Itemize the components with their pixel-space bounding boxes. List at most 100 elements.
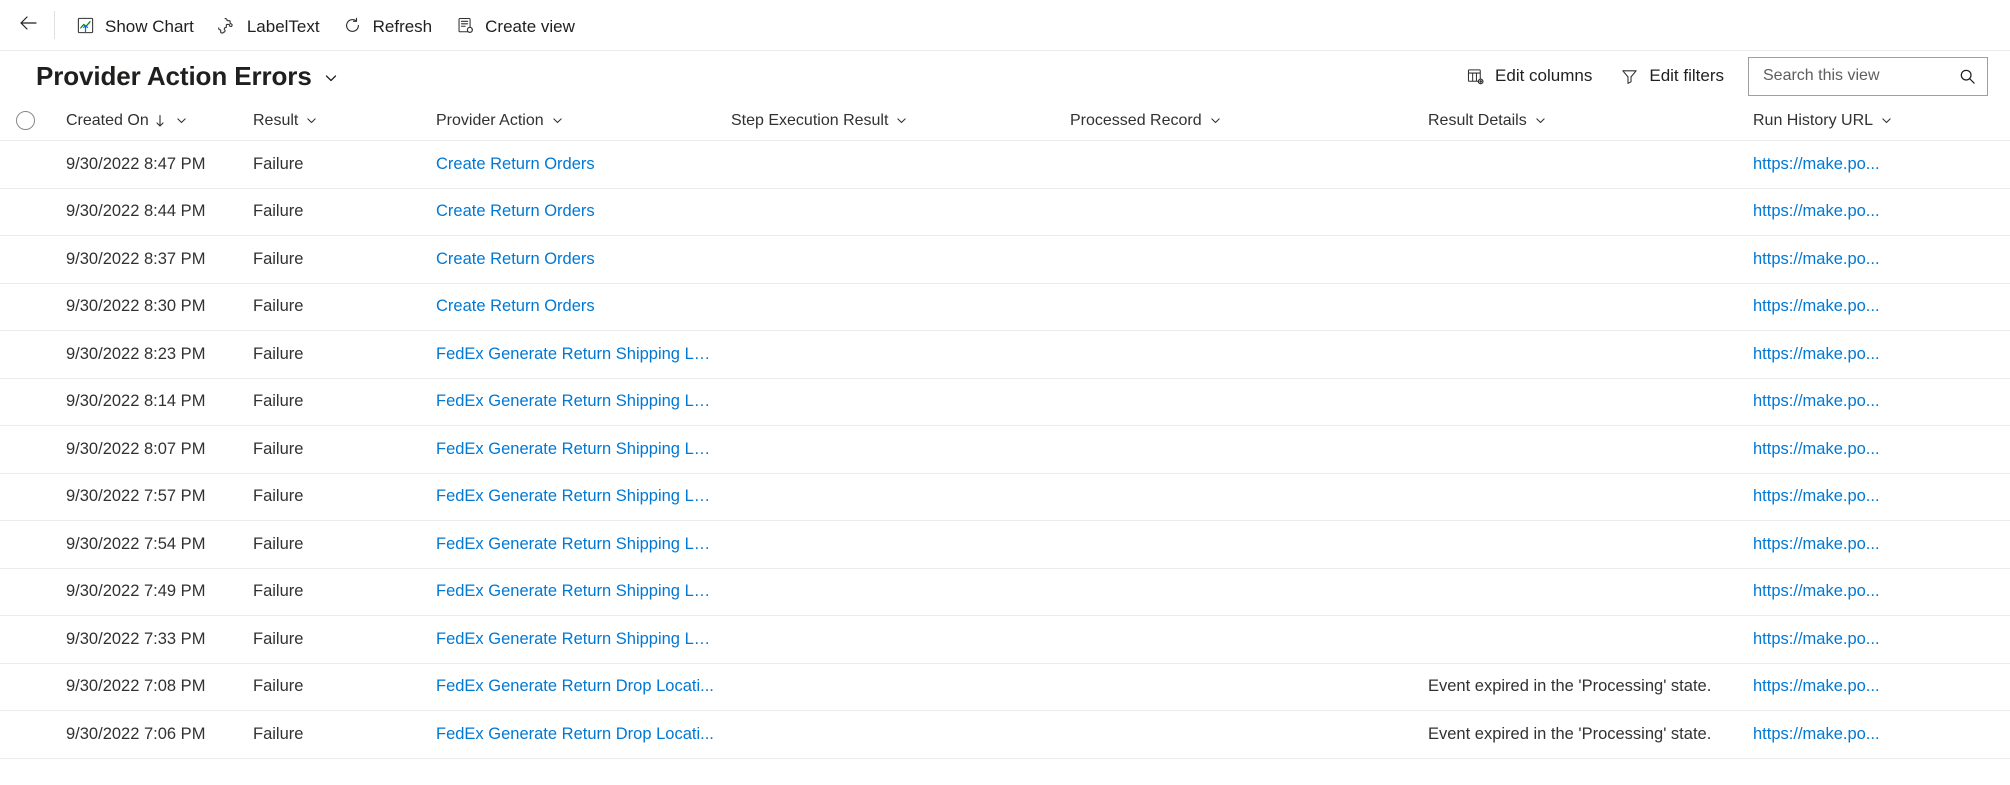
chevron-down-icon[interactable] <box>1209 114 1222 127</box>
cell-provider-action[interactable]: Create Return Orders <box>436 155 731 174</box>
table-row[interactable]: 9/30/2022 7:54 PM Failure FedEx Generate R… <box>0 521 2010 569</box>
command-bar-divider <box>54 11 55 39</box>
row-checkbox[interactable] <box>0 487 66 506</box>
show-chart-button[interactable]: Show Chart <box>63 5 205 45</box>
cell-run-history-url[interactable]: https://make.po... <box>1753 440 2010 459</box>
chevron-down-icon[interactable] <box>551 114 564 127</box>
table-row[interactable]: 9/30/2022 8:47 PM Failure Create Return Or… <box>0 141 2010 189</box>
cell-run-history-url[interactable]: https://make.po... <box>1753 487 2010 506</box>
cell-run-history-url[interactable]: https://make.po... <box>1753 677 2010 696</box>
puzzle-icon <box>216 14 238 36</box>
cell-provider-action[interactable]: FedEx Generate Return Shipping La... <box>436 582 731 601</box>
edit-columns-button[interactable]: Edit columns <box>1454 58 1602 94</box>
cell-run-history-url[interactable]: https://make.po... <box>1753 345 2010 364</box>
cell-provider-action[interactable]: FedEx Generate Return Shipping La... <box>436 440 731 459</box>
row-checkbox[interactable] <box>0 202 66 221</box>
checkbox-icon[interactable] <box>16 250 35 269</box>
cell-result: Failure <box>253 534 304 553</box>
cell-provider-action[interactable]: FedEx Generate Return Shipping La... <box>436 487 731 506</box>
column-header-step-execution-result[interactable]: Step Execution Result <box>731 112 1070 130</box>
column-header-run-history-url[interactable]: Run History URL <box>1753 112 2010 130</box>
chevron-down-icon[interactable] <box>895 114 908 127</box>
cell-run-history-url[interactable]: https://make.po... <box>1753 392 2010 411</box>
cell-result: Failure <box>253 202 304 221</box>
row-checkbox[interactable] <box>0 535 66 554</box>
search-box[interactable] <box>1748 56 1988 96</box>
table-row[interactable]: 9/30/2022 7:49 PM Failure FedEx Generate R… <box>0 569 2010 616</box>
create-view-button[interactable]: Create view <box>443 5 586 45</box>
cell-run-history-url[interactable]: https://make.po... <box>1753 535 2010 554</box>
checkbox-icon[interactable] <box>16 202 35 221</box>
cell-run-history-url[interactable]: https://make.po... <box>1753 725 2010 744</box>
checkbox-icon[interactable] <box>16 297 35 316</box>
row-checkbox[interactable] <box>0 297 66 316</box>
row-checkbox[interactable] <box>0 440 66 459</box>
checkbox-icon[interactable] <box>16 535 35 554</box>
cell-run-history-url[interactable]: https://make.po... <box>1753 155 2010 174</box>
back-button[interactable] <box>8 5 48 45</box>
table-row[interactable]: 9/30/2022 8:07 PM Failure FedEx Generate R… <box>0 426 2010 474</box>
cell-created-on: 9/30/2022 7:06 PM <box>66 724 206 743</box>
chevron-down-icon[interactable] <box>1534 114 1547 127</box>
chevron-down-icon[interactable] <box>1880 114 1893 127</box>
checkbox-icon[interactable] <box>16 582 35 601</box>
row-checkbox[interactable] <box>0 345 66 364</box>
view-selector[interactable]: Provider Action Errors <box>36 61 339 92</box>
cell-run-history-url[interactable]: https://make.po... <box>1753 202 2010 221</box>
refresh-button[interactable]: Refresh <box>331 5 444 45</box>
table-row[interactable]: 9/30/2022 8:37 PM Failure Create Return Or… <box>0 236 2010 284</box>
checkbox-icon[interactable] <box>16 725 35 744</box>
refresh-icon <box>342 14 364 36</box>
table-row[interactable]: 9/30/2022 7:06 PM Failure FedEx Generate R… <box>0 711 2010 759</box>
cell-provider-action[interactable]: FedEx Generate Return Shipping La... <box>436 535 731 554</box>
cell-run-history-url[interactable]: https://make.po... <box>1753 630 2010 649</box>
chevron-down-icon[interactable] <box>175 114 188 127</box>
table-row[interactable]: 9/30/2022 7:33 PM Failure FedEx Generate R… <box>0 616 2010 664</box>
column-header-processed-record[interactable]: Processed Record <box>1070 112 1428 130</box>
cell-run-history-url[interactable]: https://make.po... <box>1753 297 2010 316</box>
cell-provider-action[interactable]: Create Return Orders <box>436 297 731 316</box>
column-header-created-on[interactable]: Created On <box>66 112 253 130</box>
cell-provider-action[interactable]: Create Return Orders <box>436 250 731 269</box>
cell-provider-action[interactable]: Create Return Orders <box>436 202 731 221</box>
cell-provider-action[interactable]: FedEx Generate Return Drop Locati... <box>436 677 731 696</box>
cell-provider-action[interactable]: FedEx Generate Return Shipping La... <box>436 345 731 364</box>
edit-filters-button[interactable]: Edit filters <box>1608 58 1734 94</box>
table-row[interactable]: 9/30/2022 8:30 PM Failure Create Return Or… <box>0 284 2010 331</box>
table-row[interactable]: 9/30/2022 8:44 PM Failure Create Return Or… <box>0 189 2010 236</box>
row-checkbox[interactable] <box>0 155 66 174</box>
column-header-result[interactable]: Result <box>253 112 436 130</box>
cell-run-history-url[interactable]: https://make.po... <box>1753 582 2010 601</box>
cell-run-history-url[interactable]: https://make.po... <box>1753 250 2010 269</box>
cell-provider-action[interactable]: FedEx Generate Return Shipping La... <box>436 392 731 411</box>
row-checkbox[interactable] <box>0 677 66 696</box>
row-checkbox[interactable] <box>0 725 66 744</box>
checkbox-icon[interactable] <box>16 392 35 411</box>
checkbox-icon[interactable] <box>16 677 35 696</box>
chevron-down-icon <box>323 70 339 86</box>
checkbox-icon[interactable] <box>16 487 35 506</box>
table-row[interactable]: 9/30/2022 8:14 PM Failure FedEx Generate R… <box>0 379 2010 426</box>
table-row[interactable]: 9/30/2022 8:23 PM Failure FedEx Generate R… <box>0 331 2010 379</box>
column-header-result-details[interactable]: Result Details <box>1428 112 1753 130</box>
checkbox-icon[interactable] <box>16 630 35 649</box>
labeltext-button[interactable]: LabelText <box>205 5 331 45</box>
checkbox-icon[interactable] <box>16 155 35 174</box>
row-checkbox[interactable] <box>0 250 66 269</box>
cell-provider-action[interactable]: FedEx Generate Return Shipping La... <box>436 630 731 649</box>
table-row[interactable]: 9/30/2022 7:08 PM Failure FedEx Generate R… <box>0 664 2010 711</box>
search-input[interactable] <box>1761 66 1958 86</box>
cell-provider-action[interactable]: FedEx Generate Return Drop Locati... <box>436 725 731 744</box>
select-all-checkbox[interactable] <box>0 111 66 130</box>
cell-created-on: 9/30/2022 8:47 PM <box>66 154 206 173</box>
search-icon[interactable] <box>1958 67 1977 86</box>
select-all-circle-icon[interactable] <box>15 111 35 130</box>
row-checkbox[interactable] <box>0 582 66 601</box>
row-checkbox[interactable] <box>0 392 66 411</box>
column-header-provider-action[interactable]: Provider Action <box>436 112 731 130</box>
row-checkbox[interactable] <box>0 630 66 649</box>
table-row[interactable]: 9/30/2022 7:57 PM Failure FedEx Generate R… <box>0 474 2010 521</box>
checkbox-icon[interactable] <box>16 345 35 364</box>
chevron-down-icon[interactable] <box>305 114 318 127</box>
checkbox-icon[interactable] <box>16 440 35 459</box>
